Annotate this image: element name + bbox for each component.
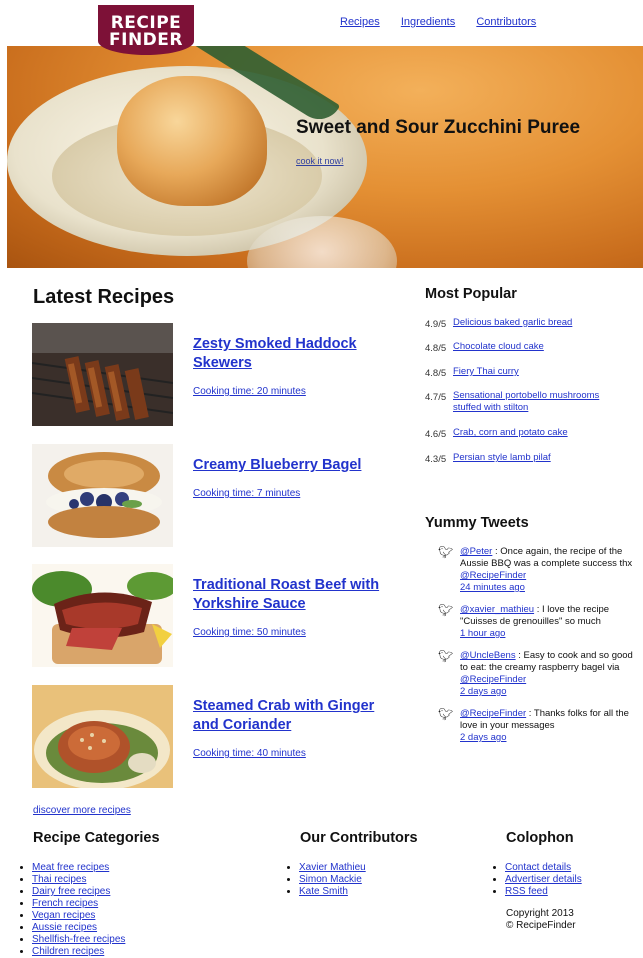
recipe-card: Zesty Smoked Haddock Skewers Cooking tim…: [32, 323, 402, 426]
contributor-link[interactable]: Xavier Mathieu: [299, 862, 366, 873]
contributor-item: Simon Mackie: [299, 874, 366, 886]
tweet-time-link[interactable]: 2 days ago: [460, 732, 506, 743]
site-logo[interactable]: RECIPE FINDER: [98, 5, 194, 55]
category-link[interactable]: Thai recipes: [32, 874, 86, 885]
colophon-item: RSS feed: [505, 886, 582, 898]
hero-food-image: [117, 76, 267, 206]
hero-cook-link[interactable]: cook it now!: [296, 156, 344, 166]
category-item: French recipes: [32, 898, 125, 910]
recipe-cooking-time[interactable]: Cooking time: 40 minutes: [193, 748, 306, 759]
popular-recipe-link[interactable]: Crab, corn and potato cake: [453, 427, 623, 439]
popular-rating: 4.8/5: [425, 343, 447, 354]
contributors-list: Xavier Mathieu Simon Mackie Kate Smith: [273, 862, 366, 898]
popular-recipe-link[interactable]: Chocolate cloud cake: [453, 341, 623, 353]
popular-rating: 4.7/5: [425, 392, 447, 403]
recipe-cooking-time[interactable]: Cooking time: 20 minutes: [193, 386, 306, 397]
colophon-list: Contact details Advertiser details RSS f…: [479, 862, 582, 898]
recipe-title-link[interactable]: Traditional Roast Beef with Yorkshire Sa…: [193, 576, 393, 614]
recipe-cooking-time[interactable]: Cooking time: 7 minutes: [193, 488, 300, 499]
copyright-line-1: Copyright 2013: [506, 908, 574, 919]
tweet-time-link[interactable]: 24 minutes ago: [460, 582, 525, 593]
contributor-link[interactable]: Kate Smith: [299, 886, 348, 897]
popular-recipe-link[interactable]: Persian style lamb pilaf: [453, 452, 623, 464]
recipe-thumbnail[interactable]: [32, 685, 173, 788]
category-link[interactable]: Shellfish-free recipes: [32, 934, 125, 945]
categories-list: Meat free recipes Thai recipes Dairy fre…: [6, 862, 125, 958]
discover-more-link[interactable]: discover more recipes: [33, 805, 131, 816]
popular-recipe-link[interactable]: Fiery Thai curry: [453, 366, 623, 378]
copyright-line-2: © RecipeFinder: [506, 920, 576, 931]
contributor-link[interactable]: Simon Mackie: [299, 874, 362, 885]
colophon-item: Contact details: [505, 862, 582, 874]
category-link[interactable]: French recipes: [32, 898, 98, 909]
popular-recipe-link[interactable]: Sensational portobello mushrooms stuffed…: [453, 390, 623, 414]
main-nav: Recipes Ingredients Contributors: [340, 16, 554, 28]
recipe-title-link[interactable]: Creamy Blueberry Bagel: [193, 456, 393, 475]
category-item: Children recipes: [32, 946, 125, 958]
category-link[interactable]: Meat free recipes: [32, 862, 109, 873]
twitter-bird-icon: 🐦︎: [438, 707, 454, 721]
colophon-item: Advertiser details: [505, 874, 582, 886]
tweet-mention-link[interactable]: @RecipeFinder: [460, 674, 526, 685]
recipe-card: Steamed Crab with Ginger and Coriander C…: [32, 685, 402, 788]
contributor-item: Xavier Mathieu: [299, 862, 366, 874]
tweet-time-link[interactable]: 1 hour ago: [460, 628, 505, 639]
categories-title: Recipe Categories: [33, 830, 160, 846]
recipe-thumbnail[interactable]: [32, 564, 173, 667]
twitter-bird-icon: 🐦︎: [438, 649, 454, 663]
category-item: Thai recipes: [32, 874, 125, 886]
category-item: Shellfish-free recipes: [32, 934, 125, 946]
logo-line-2: FINDER: [109, 30, 183, 50]
contributors-title: Our Contributors: [300, 830, 418, 846]
tweet-time-link[interactable]: 2 days ago: [460, 686, 506, 697]
twitter-bird-icon: 🐦︎: [438, 545, 454, 559]
tweet-user-link[interactable]: @xavier_mathieu: [460, 604, 534, 615]
recipe-title-link[interactable]: Steamed Crab with Ginger and Coriander: [193, 697, 393, 735]
popular-recipe-link[interactable]: Delicious baked garlic bread: [453, 317, 623, 329]
contributor-item: Kate Smith: [299, 886, 366, 898]
copyright-notice: Copyright 2013 © RecipeFinder: [506, 908, 576, 932]
recipe-thumbnail[interactable]: [32, 444, 173, 547]
nav-contributors[interactable]: Contributors: [476, 16, 536, 28]
category-link[interactable]: Dairy free recipes: [32, 886, 110, 897]
nav-recipes[interactable]: Recipes: [340, 16, 380, 28]
contact-details-link[interactable]: Contact details: [505, 862, 571, 873]
popular-rating: 4.3/5: [425, 454, 447, 465]
most-popular-title: Most Popular: [425, 286, 517, 302]
tweet-user-link[interactable]: @RecipeFinder: [460, 708, 526, 719]
recipe-card: Traditional Roast Beef with Yorkshire Sa…: [32, 564, 402, 667]
category-item: Dairy free recipes: [32, 886, 125, 898]
advertiser-details-link[interactable]: Advertiser details: [505, 874, 582, 885]
rss-feed-link[interactable]: RSS feed: [505, 886, 548, 897]
latest-recipes-title: Latest Recipes: [33, 286, 175, 308]
colophon-title: Colophon: [506, 830, 574, 846]
nav-ingredients[interactable]: Ingredients: [401, 16, 455, 28]
tweet-mention-link[interactable]: @RecipeFinder: [460, 570, 526, 581]
popular-rating: 4.6/5: [425, 429, 447, 440]
recipe-thumbnail[interactable]: [32, 323, 173, 426]
hero-title: Sweet and Sour Zucchini Puree: [296, 117, 581, 138]
popular-rating: 4.9/5: [425, 319, 447, 330]
tweet-user-link[interactable]: @UncleBens: [460, 650, 516, 661]
recipe-card: Creamy Blueberry Bagel Cooking time: 7 m…: [32, 444, 402, 547]
site-header: RECIPE FINDER Recipes Ingredients Contri…: [0, 0, 643, 55]
category-item: Vegan recipes: [32, 910, 125, 922]
recipe-cooking-time[interactable]: Cooking time: 50 minutes: [193, 627, 306, 638]
category-item: Meat free recipes: [32, 862, 125, 874]
recipe-title-link[interactable]: Zesty Smoked Haddock Skewers: [193, 335, 393, 373]
tweet-user-link[interactable]: @Peter: [460, 546, 492, 557]
category-item: Aussie recipes: [32, 922, 125, 934]
category-link[interactable]: Aussie recipes: [32, 922, 97, 933]
yummy-tweets-title: Yummy Tweets: [425, 515, 529, 531]
category-link[interactable]: Vegan recipes: [32, 910, 95, 921]
popular-rating: 4.8/5: [425, 368, 447, 379]
category-link[interactable]: Children recipes: [32, 946, 104, 957]
twitter-bird-icon: 🐦︎: [438, 603, 454, 617]
